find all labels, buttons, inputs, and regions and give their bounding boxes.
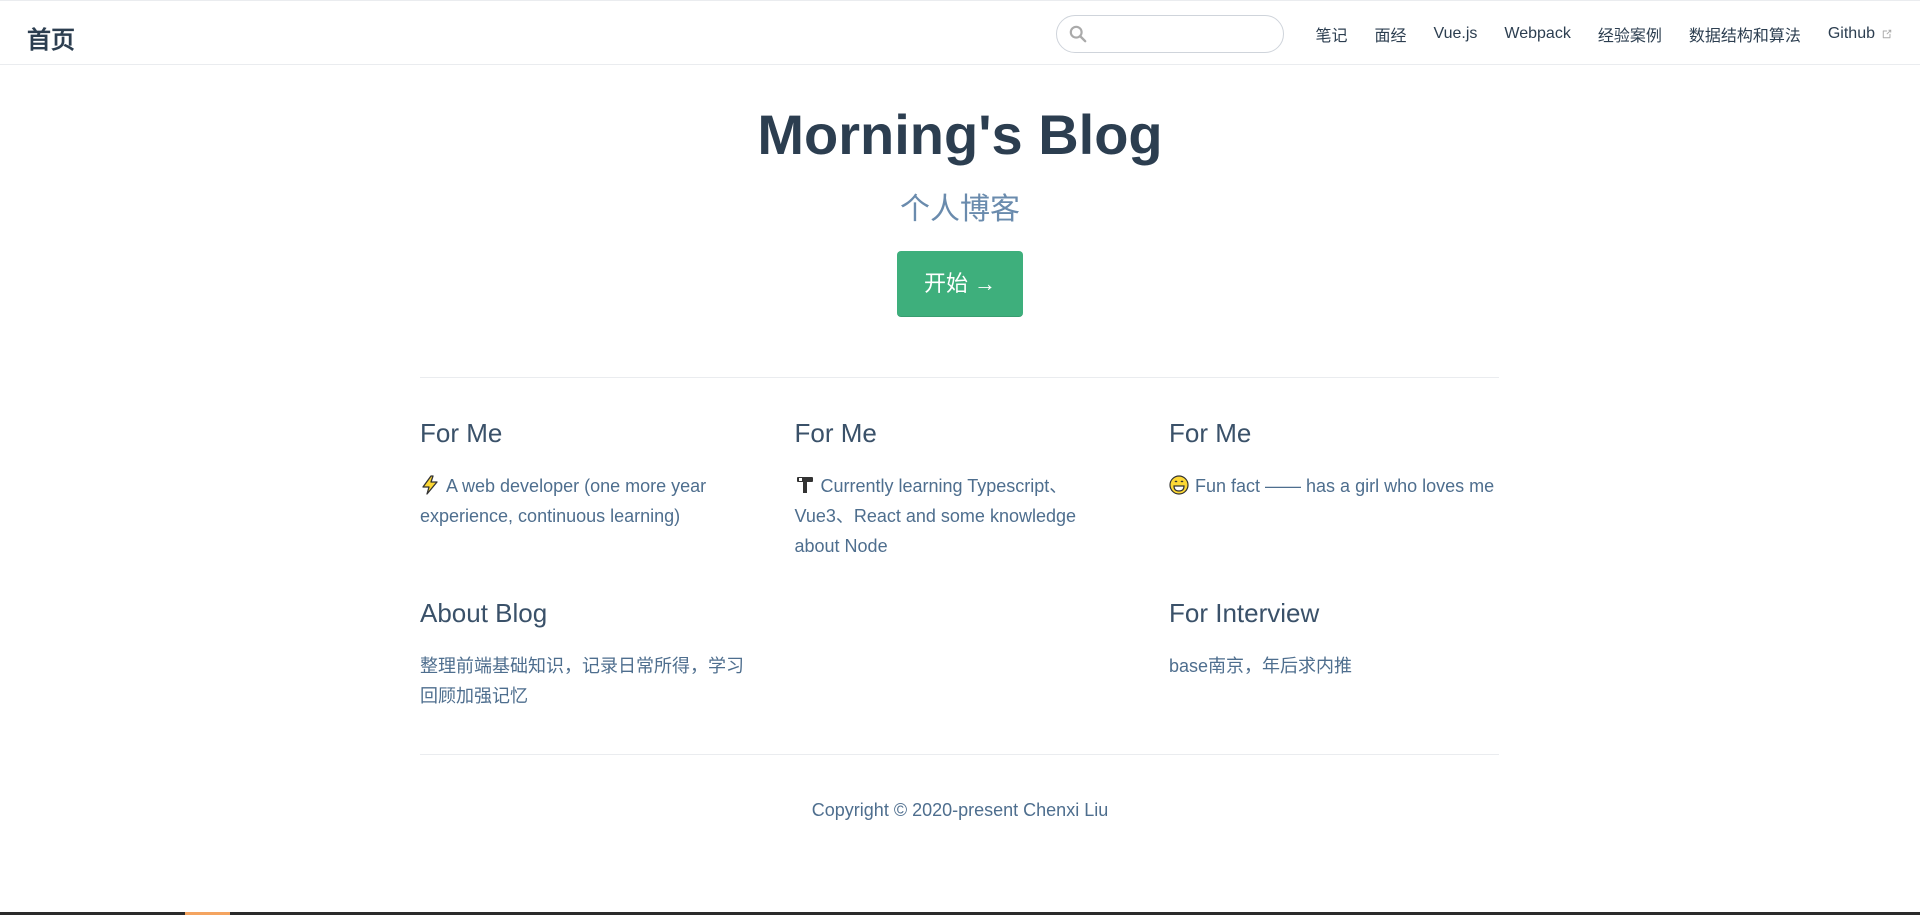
search-box[interactable] bbox=[1056, 15, 1284, 54]
feature-details: Currently learning Typescript、Vue3、React… bbox=[795, 471, 1125, 561]
feature-title: For Interview bbox=[1169, 597, 1320, 628]
footer: Copyright © 2020-present Chenxi Liu bbox=[0, 800, 1920, 821]
feature-details: A web developer (one more year experienc… bbox=[420, 471, 750, 531]
nav-item-vuejs[interactable]: Vue.js bbox=[1434, 25, 1478, 43]
feature-details-text: Fun fact —— has a girl who loves me bbox=[1195, 475, 1495, 496]
hero-description: 个人博客 bbox=[900, 193, 1020, 227]
hero-title: Morning's Blog bbox=[757, 103, 1163, 166]
feature-details-text: A web developer (one more year experienc… bbox=[420, 475, 707, 526]
nav-item-github[interactable]: Github bbox=[1828, 25, 1893, 43]
feature-details: base南京，年后求内推 bbox=[1169, 655, 1353, 676]
feature-card: For Interview base南京，年后求内推 bbox=[1169, 597, 1499, 711]
feature-details: Fun fact —— has a girl who loves me bbox=[1169, 471, 1499, 501]
features: For Me A web developer (one more year ex… bbox=[420, 417, 1499, 747]
external-link-icon bbox=[1882, 29, 1892, 38]
nav-item-notes[interactable]: 笔记 bbox=[1316, 22, 1348, 46]
feature-card: For Me Currently learning Typescript、Vue… bbox=[795, 417, 1125, 561]
nav-item-webpack[interactable]: Webpack bbox=[1504, 25, 1570, 43]
feature-card: For Me A web developer (one more year ex… bbox=[420, 417, 750, 561]
hero: Morning's Blog 个人博客 开始 → bbox=[0, 65, 1920, 318]
feature-title: For Me bbox=[1169, 418, 1252, 448]
feature-details: 整理前端基础知识，记录日常所得，学习回顾加强记忆 bbox=[420, 655, 744, 706]
nav-item-github-label: Github bbox=[1827, 24, 1875, 42]
features-top-divider bbox=[420, 377, 1499, 378]
lightning-icon bbox=[422, 475, 438, 495]
site-name-home-link[interactable]: 首页 bbox=[27, 20, 75, 55]
feature-title: For Me bbox=[420, 418, 503, 448]
nav-item-cases[interactable]: 经验案例 bbox=[1598, 22, 1662, 46]
nav-links: 笔记 面经 Vue.js Webpack 经验案例 数据结构和算法 Github bbox=[1316, 1, 1893, 66]
nav-item-interviews[interactable]: 面经 bbox=[1375, 22, 1407, 46]
navbar: 首页 笔记 面经 Vue.js Webpack 经验案例 数据结构和算法 Git… bbox=[0, 0, 1920, 65]
feature-title: About Blog bbox=[420, 597, 548, 628]
footer-divider bbox=[420, 754, 1499, 755]
nav-item-algorithms[interactable]: 数据结构和算法 bbox=[1689, 22, 1801, 46]
feature-details-text: Currently learning Typescript、Vue3、React… bbox=[794, 475, 1077, 556]
feature-card: About Blog 整理前端基础知识，记录日常所得，学习回顾加强记忆 bbox=[420, 597, 750, 711]
feature-card: For Me Fun fact —— has a girl who loves … bbox=[1169, 417, 1499, 561]
search-icon bbox=[1069, 25, 1087, 43]
copyright-text: Copyright © 2020-present Chenxi Liu bbox=[811, 800, 1109, 820]
grin-face-icon bbox=[1169, 475, 1189, 495]
search-input[interactable] bbox=[1095, 16, 1279, 54]
feature-title: For Me bbox=[794, 418, 877, 448]
get-started-button[interactable]: 开始 → bbox=[897, 251, 1023, 318]
hammer-icon bbox=[796, 476, 813, 493]
